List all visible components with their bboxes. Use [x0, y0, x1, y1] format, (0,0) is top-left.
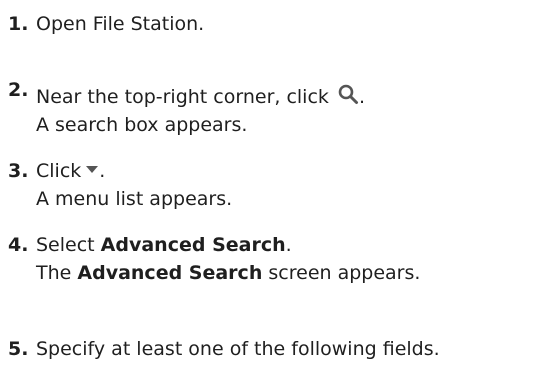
- step-body: Select Advanced Search. The Advanced Sea…: [36, 231, 541, 287]
- step-body: Specify at least one of the following fi…: [36, 335, 541, 363]
- search-icon: [338, 84, 358, 104]
- step-text: Open File Station.: [36, 13, 205, 35]
- step-2: 2. Near the top-right corner, click . A …: [8, 79, 541, 139]
- step-text-end: .: [99, 160, 106, 182]
- step-text: Select: [36, 234, 95, 256]
- step-bold-term: Advanced Search: [100, 234, 286, 256]
- step-4: 4. Select Advanced Search. The Advanced …: [8, 231, 541, 287]
- step-text-end: .: [285, 234, 292, 256]
- step-result: The Advanced Search screen appears.: [36, 259, 541, 287]
- step-number: 3.: [8, 160, 29, 182]
- step-instruction: Select Advanced Search.: [36, 231, 541, 259]
- step-text-end: .: [358, 86, 366, 108]
- instruction-steps: 1. Open File Station. 2. Near the top-ri…: [0, 0, 545, 378]
- result-text-end: screen appears.: [268, 262, 421, 284]
- step-instruction: Click.: [36, 157, 541, 185]
- step-result: A menu list appears.: [36, 188, 233, 210]
- dropdown-triangle-icon: [86, 166, 99, 173]
- step-instruction: Near the top-right corner, click .: [36, 83, 541, 111]
- step-body: Near the top-right corner, click . A sea…: [36, 83, 541, 139]
- step-body: Open File Station.: [36, 10, 541, 38]
- step-number: 1.: [8, 13, 29, 35]
- step-text: Specify at least one of the following fi…: [36, 338, 440, 360]
- step-body: Click. A menu list appears.: [36, 157, 541, 213]
- step-text: Near the top-right corner, click: [36, 86, 329, 108]
- result-text: The: [36, 262, 72, 284]
- step-result: A search box appears.: [36, 114, 248, 136]
- step-number: 2.: [8, 79, 29, 101]
- step-number: 5.: [8, 338, 29, 360]
- step-number: 4.: [8, 234, 29, 256]
- step-5: 5. Specify at least one of the following…: [8, 335, 541, 363]
- result-bold-term: Advanced Search: [77, 262, 263, 284]
- step-3: 3. Click. A menu list appears.: [8, 157, 541, 213]
- step-1: 1. Open File Station.: [8, 10, 541, 38]
- step-text: Click: [36, 160, 82, 182]
